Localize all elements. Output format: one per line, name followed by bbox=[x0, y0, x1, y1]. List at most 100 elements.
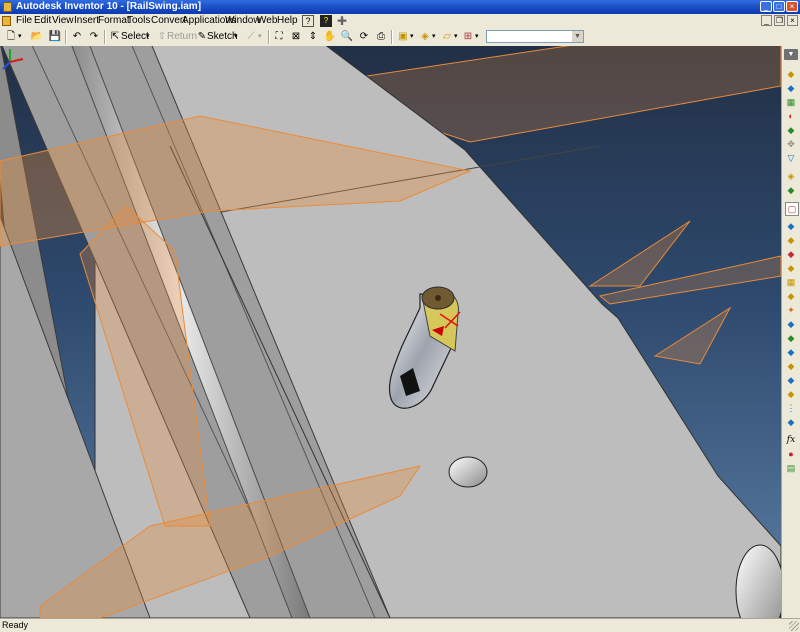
section-icon[interactable]: ◈ bbox=[785, 170, 797, 182]
work-point-icon[interactable]: ✦ bbox=[785, 304, 797, 316]
parameters-fx-icon[interactable]: fx bbox=[785, 434, 797, 446]
parameters-icon[interactable]: ◆ bbox=[785, 416, 797, 428]
fillet-icon[interactable]: ◆ bbox=[785, 262, 797, 274]
inventor-logo-icon bbox=[3, 2, 12, 12]
assembly-model bbox=[0, 46, 781, 618]
document-icon[interactable] bbox=[2, 16, 11, 26]
close-button[interactable]: × bbox=[786, 1, 798, 12]
derive-icon[interactable]: ◆ bbox=[785, 374, 797, 386]
zoom-window-icon[interactable]: ⊠ bbox=[289, 30, 303, 44]
doc-close-button[interactable]: × bbox=[787, 15, 798, 26]
work-plane bbox=[653, 306, 732, 365]
place-constraint-icon[interactable]: ◐ bbox=[785, 110, 797, 122]
return-button[interactable]: Return bbox=[167, 30, 197, 44]
menu-file[interactable]: File bbox=[16, 14, 32, 28]
xyz-triad-icon bbox=[2, 49, 24, 70]
new-dropdown-icon[interactable]: ▾ bbox=[18, 30, 22, 44]
menu-edit[interactable]: Edit bbox=[34, 14, 51, 28]
select-arrow-icon[interactable]: ⇱ bbox=[108, 30, 122, 44]
hole-icon[interactable]: ◆ bbox=[785, 234, 797, 246]
place-component-icon[interactable]: ◆ bbox=[785, 68, 797, 80]
display-mode-dropdown-icon[interactable]: ▾ bbox=[410, 30, 414, 44]
undo-icon[interactable]: ↶ bbox=[70, 30, 84, 44]
sketch-button[interactable]: Sketch bbox=[207, 30, 238, 44]
section-dropdown-icon[interactable]: ▾ bbox=[475, 30, 479, 44]
sweep-icon[interactable]: ◆ bbox=[785, 332, 797, 344]
panel-bar: ▼ ◆ ◆ ▦ ◐ ◆ ✥ ▽ ◈ ◆ ▢ ◆ ◆ ◆ ◆ ▦ ◆ ✦ ◆ ◆ … bbox=[781, 46, 800, 618]
select-button[interactable]: Select bbox=[121, 30, 149, 44]
section-view-icon[interactable]: ⊞ bbox=[461, 30, 475, 44]
window-title: Autodesk Inventor 10 - [RailSwing.iam] bbox=[16, 1, 202, 12]
menu-help[interactable]: Help bbox=[277, 14, 298, 28]
create-component-icon[interactable]: ◆ bbox=[785, 82, 797, 94]
project-icon[interactable]: ⟋ bbox=[244, 30, 258, 44]
orbit-icon[interactable]: ⟳ bbox=[357, 30, 371, 44]
whats-this-icon[interactable]: ? bbox=[302, 15, 314, 27]
menu-bar: File Edit View Insert Format Tools Conve… bbox=[0, 14, 800, 29]
pan-icon[interactable]: ✋ bbox=[323, 30, 337, 44]
toolbar-separator bbox=[104, 30, 106, 44]
doc-restore-button[interactable]: ❐ bbox=[774, 15, 785, 26]
project-dropdown-icon[interactable]: ▾ bbox=[258, 30, 262, 44]
redo-icon[interactable]: ↷ bbox=[87, 30, 101, 44]
revolve-icon[interactable]: ◆ bbox=[785, 220, 797, 232]
sketch-icon[interactable]: ◆ bbox=[785, 184, 797, 196]
rotate-component-icon[interactable]: ▽ bbox=[785, 152, 797, 164]
mirror-icon[interactable]: ◆ bbox=[785, 360, 797, 372]
work-axis-icon[interactable]: ◆ bbox=[785, 290, 797, 302]
menu-insert[interactable]: Insert bbox=[74, 14, 99, 28]
menu-web[interactable]: Web bbox=[257, 14, 277, 28]
menu-convert[interactable]: Convert bbox=[151, 14, 186, 28]
create-views-icon[interactable]: ◆ bbox=[785, 388, 797, 400]
combo-arrow-icon[interactable]: ▼ bbox=[572, 31, 583, 42]
window-controls: _ □ × bbox=[760, 1, 798, 13]
color-icon[interactable]: ● bbox=[785, 448, 797, 460]
zoom-all-icon[interactable]: ⛶ bbox=[272, 30, 286, 44]
round-boss bbox=[448, 456, 488, 488]
zoom-icon[interactable]: ⇕ bbox=[306, 30, 320, 44]
menu-window[interactable]: Window bbox=[225, 14, 261, 28]
ucs-icon[interactable]: ◆ bbox=[785, 318, 797, 330]
plus-icon[interactable]: ✚ bbox=[337, 14, 347, 28]
pattern-component-icon[interactable]: ▦ bbox=[785, 96, 797, 108]
shaded-icon[interactable]: ◈ bbox=[418, 30, 432, 44]
work-plane-icon[interactable]: ▦ bbox=[785, 276, 797, 288]
bom-icon[interactable]: ⋮ bbox=[785, 402, 797, 414]
graphics-window[interactable] bbox=[0, 46, 781, 618]
extrude-icon[interactable]: ▢ bbox=[785, 202, 799, 216]
display-mode-icon[interactable]: ▣ bbox=[396, 30, 410, 44]
select-dropdown-icon[interactable]: ▾ bbox=[146, 30, 150, 44]
look-at-icon[interactable]: ⎙ bbox=[374, 30, 388, 44]
document-window-controls: _ ❐ × bbox=[761, 15, 798, 26]
save-icon[interactable]: 💾 bbox=[48, 30, 62, 44]
zoom-selected-icon[interactable]: 🔍 bbox=[340, 30, 354, 44]
menu-view[interactable]: View bbox=[52, 14, 74, 28]
sketch-dropdown-icon[interactable]: ▾ bbox=[234, 30, 238, 44]
chamfer-icon[interactable]: ◆ bbox=[785, 248, 797, 260]
move-component-icon[interactable]: ✥ bbox=[785, 138, 797, 150]
shadow-dropdown-icon[interactable]: ▾ bbox=[454, 30, 458, 44]
standard-toolbar: 🗋 ▾ 📂 💾 ↶ ↷ ⇱ Select ▾ ⇧ Return ✎ Sketch… bbox=[0, 28, 800, 47]
color-combo[interactable]: ▼ bbox=[486, 30, 584, 43]
grid-icon[interactable]: ▤ bbox=[785, 462, 797, 474]
help-topics-icon[interactable]: ? bbox=[320, 15, 332, 27]
new-file-icon[interactable]: 🗋 bbox=[4, 30, 18, 44]
status-bar: Ready bbox=[0, 618, 800, 632]
toolbar-separator bbox=[391, 30, 393, 44]
toolbar-separator bbox=[268, 30, 270, 44]
work-plane bbox=[588, 220, 691, 287]
menu-tools[interactable]: Tools bbox=[127, 14, 150, 28]
title-bar: Autodesk Inventor 10 - [RailSwing.iam] _… bbox=[0, 0, 800, 14]
resize-grip-icon[interactable] bbox=[789, 621, 799, 631]
weld-icon[interactable]: ◆ bbox=[785, 346, 797, 358]
panel-menu-icon[interactable]: ▼ bbox=[784, 49, 798, 60]
shaded-dropdown-icon[interactable]: ▾ bbox=[432, 30, 436, 44]
doc-minimize-button[interactable]: _ bbox=[761, 15, 772, 26]
ground-shadow-icon[interactable]: ▱ bbox=[440, 30, 454, 44]
minimize-button[interactable]: _ bbox=[760, 1, 772, 12]
open-icon[interactable]: 📂 bbox=[30, 30, 44, 44]
status-text: Ready bbox=[2, 620, 29, 630]
maximize-button[interactable]: □ bbox=[773, 1, 785, 12]
menu-format[interactable]: Format bbox=[98, 14, 130, 28]
replace-component-icon[interactable]: ◆ bbox=[785, 124, 797, 136]
